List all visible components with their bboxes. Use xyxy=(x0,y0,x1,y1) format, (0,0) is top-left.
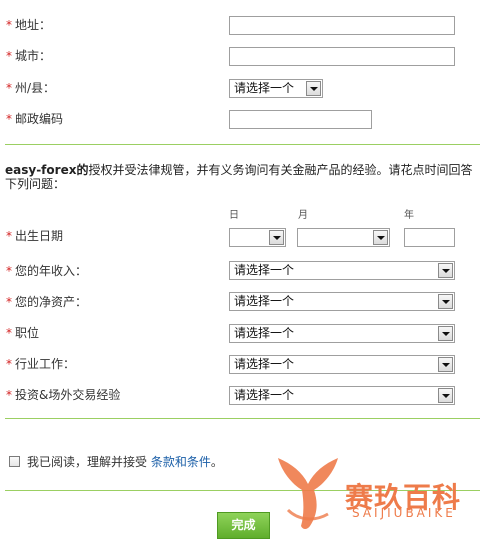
net-assets-select[interactable]: 请选择一个 xyxy=(229,292,455,311)
state-label: * 州/县： xyxy=(6,81,56,95)
chevron-down-icon[interactable] xyxy=(438,294,453,309)
chevron-down-icon[interactable] xyxy=(438,388,453,403)
chevron-down-icon[interactable] xyxy=(373,230,388,245)
chevron-down-icon[interactable] xyxy=(306,81,321,96)
whale-tail-logo xyxy=(278,458,338,529)
position-label: * 职位 xyxy=(6,326,40,340)
experience-select[interactable]: 请选择一个 xyxy=(229,386,455,405)
net-assets-label: * 您的净资产： xyxy=(6,295,88,309)
intro-text: easy-forex的授权并受法律规管，并有义务询问有关金融产品的经验。请花点时… xyxy=(5,163,473,191)
watermark-subtext: SAIJIUBAIKE xyxy=(352,506,456,520)
day-header: 日 xyxy=(229,210,239,221)
agreement-text: 我已阅读，理解并接受 条款和条件。 xyxy=(27,455,223,469)
chevron-down-icon[interactable] xyxy=(438,326,453,341)
income-label: * 您的年收入： xyxy=(6,264,88,278)
income-select[interactable]: 请选择一个 xyxy=(229,261,455,280)
address-label: * 地址： xyxy=(6,18,52,32)
agree-checkbox[interactable] xyxy=(9,456,20,467)
submit-button[interactable]: 完成 xyxy=(217,512,270,539)
dob-day-select[interactable] xyxy=(229,228,286,247)
chevron-down-icon[interactable] xyxy=(438,263,453,278)
terms-link[interactable]: 条款和条件 xyxy=(151,455,211,469)
address-input[interactable] xyxy=(229,16,455,35)
section-divider xyxy=(5,144,480,145)
postal-label: * 邮政编码 xyxy=(6,112,64,126)
industry-select[interactable]: 请选择一个 xyxy=(229,355,455,374)
section-divider xyxy=(5,418,480,419)
postal-input[interactable] xyxy=(229,110,372,129)
industry-label: * 行业工作： xyxy=(6,357,76,371)
experience-label: * 投资&场外交易经验 xyxy=(6,388,121,402)
chevron-down-icon[interactable] xyxy=(269,230,284,245)
dob-year-input[interactable] xyxy=(404,228,455,247)
year-header: 年 xyxy=(404,210,414,221)
chevron-down-icon[interactable] xyxy=(438,357,453,372)
state-select[interactable]: 请选择一个 xyxy=(229,79,323,98)
city-input[interactable] xyxy=(229,47,455,66)
month-header: 月 xyxy=(298,210,308,221)
position-select[interactable]: 请选择一个 xyxy=(229,324,455,343)
dob-month-select[interactable] xyxy=(297,228,390,247)
city-label: * 城市： xyxy=(6,49,52,63)
dob-label: * 出生日期 xyxy=(6,229,64,243)
